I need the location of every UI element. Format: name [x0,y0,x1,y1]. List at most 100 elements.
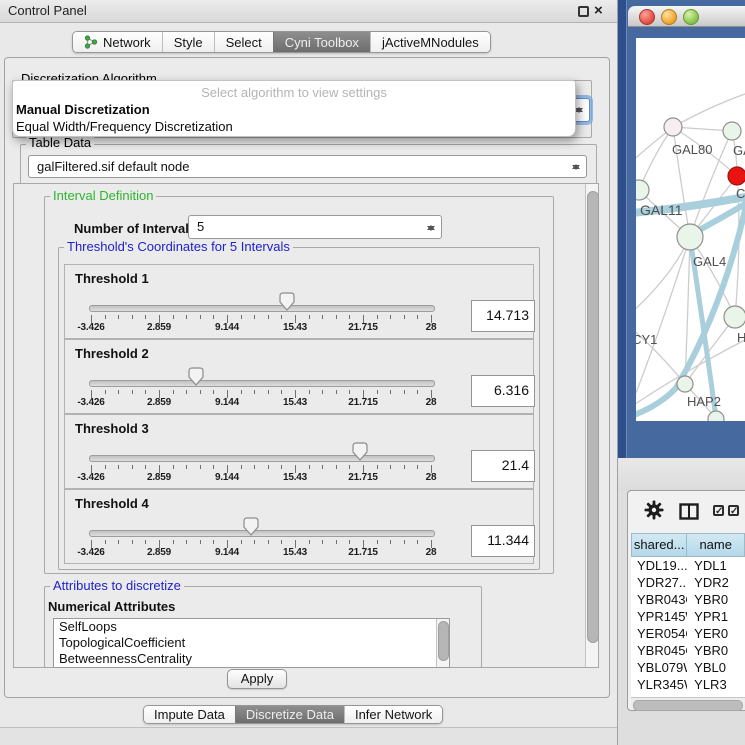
attribute-list-item[interactable]: BetweennessCentrality [54,651,449,667]
tab-jactivemnodules[interactable]: jActiveMNodules [370,32,490,52]
node-gal4-label: GAL4 [693,254,726,269]
network-window-titlebar[interactable] [628,6,745,27]
slider-track[interactable] [89,380,435,387]
scrollbar-thumb[interactable] [438,621,449,661]
tab-style[interactable]: Style [162,32,214,52]
slider-thumb[interactable] [188,367,204,386]
slider-tick [173,390,174,394]
attribute-list-item[interactable]: SelfLoops [54,619,449,635]
gear-icon[interactable] [644,500,664,520]
slider-thumb[interactable] [279,292,295,311]
slider-tick [322,390,323,394]
slider-tick [281,540,282,544]
table-row[interactable]: YDL19...YDL1 [631,557,745,574]
slider-tick [145,540,146,544]
close-icon[interactable]: × [594,2,603,20]
slider-thumb[interactable] [243,517,259,536]
node-hap2[interactable] [677,376,693,392]
slider-tick [241,540,242,544]
threshold-panel-3: Threshold 3-3.4262.8599.14415.4321.71528… [64,414,534,489]
table-horizontal-scrollbar[interactable] [631,697,745,710]
algorithm-option-manual-discretization[interactable]: Manual Discretization [16,102,150,117]
attributes-group-title: Attributes to discretize [50,579,184,593]
table-row[interactable]: YBR043CYBR0 [631,591,745,608]
settings-vertical-scrollbar[interactable] [585,184,598,667]
slider-tick-label: 21.715 [340,472,386,483]
attributes-list-scrollbar[interactable] [436,619,449,667]
network-view-canvas[interactable]: GAL80GALCGAL11GAL4GCY1HHAP2 [636,38,745,421]
slider-tick [268,315,269,319]
node-bottom[interactable] [708,411,724,421]
tab-cyni-toolbox[interactable]: Cyni Toolbox [273,32,370,52]
node-top-right[interactable] [723,122,741,140]
threshold-label: Threshold 2 [75,346,149,361]
float-window-icon[interactable] [578,6,589,17]
close-traffic-light-icon[interactable] [639,9,655,25]
numerical-attributes-list[interactable]: SelfLoopsTopologicalCoefficientBetweenne… [53,618,450,668]
column-header-2[interactable]: name [687,533,745,557]
minimize-traffic-light-icon[interactable] [661,9,677,25]
node-gal11[interactable] [636,180,649,200]
slider-tick-label: -3.426 [68,472,114,483]
scrollbar-thumb[interactable] [633,700,743,711]
slider-tick [254,390,255,394]
threshold-value-field[interactable]: 14.713 [471,300,535,332]
table-cell: YBR045C [631,642,687,659]
tab-discretize-data[interactable]: Discretize Data [235,706,344,723]
slider-tick [105,540,106,544]
slider-tick [322,540,323,544]
algorithm-option-equal-width-frequency-discretization[interactable]: Equal Width/Frequency Discretization [16,119,233,134]
scrollbar-thumb[interactable] [587,191,599,643]
threshold-value-field[interactable]: 21.4 [471,450,535,482]
slider-tick [404,465,405,469]
table-row[interactable]: YER054CYER0 [631,625,745,642]
slider-tick [390,315,391,319]
node-attribute-table[interactable]: shared...name YDL19...YDL1YDR27...YDR2YB… [631,533,745,697]
split-columns-icon[interactable] [679,503,699,520]
combo-stepper-icon [575,103,583,117]
slider-tick [404,315,405,319]
slider-tick [404,390,405,394]
slider-tick [213,465,214,469]
checkbox-icon[interactable]: ✓ [713,505,724,516]
slider-thumb[interactable] [352,442,368,461]
slider-track[interactable] [89,305,435,312]
slider-track[interactable] [89,530,435,537]
node-gal80[interactable] [664,118,682,136]
node-red[interactable] [728,167,745,185]
apply-button[interactable]: Apply [227,669,287,689]
threshold-value-field[interactable]: 11.344 [471,525,535,557]
table-data-combobox[interactable]: galFiltered.sif default node [28,155,587,178]
checkbox-icon[interactable]: ✓ [728,505,739,516]
number-of-intervals-combobox[interactable]: 5 [188,215,442,239]
slider-tick-label: -3.426 [68,547,114,558]
tab-network[interactable]: Network [73,32,162,52]
slider-tick-label: 9.144 [204,472,250,483]
tab-select[interactable]: Select [214,32,273,52]
table-row[interactable]: YPR145WYPR1 [631,608,745,625]
tab-impute-data[interactable]: Impute Data [144,706,235,723]
slider-tick-label: 2.859 [136,547,182,558]
slider-tick-label: 15.43 [272,547,318,558]
table-cell: YLR3 [687,676,745,693]
slider-tick-label: 21.715 [340,397,386,408]
table-row[interactable]: YLR345WYLR3 [631,676,745,693]
network-window-frame-edge [618,0,626,458]
slider-tick-label: 2.859 [136,472,182,483]
slider-tick [186,465,187,469]
threshold-value-field[interactable]: 6.316 [471,375,535,407]
attribute-list-item[interactable]: TopologicalCoefficient [54,635,449,651]
zoom-traffic-light-icon[interactable] [683,9,699,25]
slider-tick [309,540,310,544]
node-gal4[interactable] [677,224,703,250]
slider-tick [417,390,418,394]
node-right[interactable] [724,306,745,328]
column-header-1[interactable]: shared... [631,533,687,557]
slider-track[interactable] [89,455,435,462]
table-row[interactable]: YBR045CYBR0 [631,642,745,659]
slider-tick [377,465,378,469]
table-row[interactable]: YDR27...YDR2 [631,574,745,591]
slider-tick [241,315,242,319]
tab-infer-network[interactable]: Infer Network [344,706,442,723]
table-row[interactable]: YBL079WYBL0 [631,659,745,676]
